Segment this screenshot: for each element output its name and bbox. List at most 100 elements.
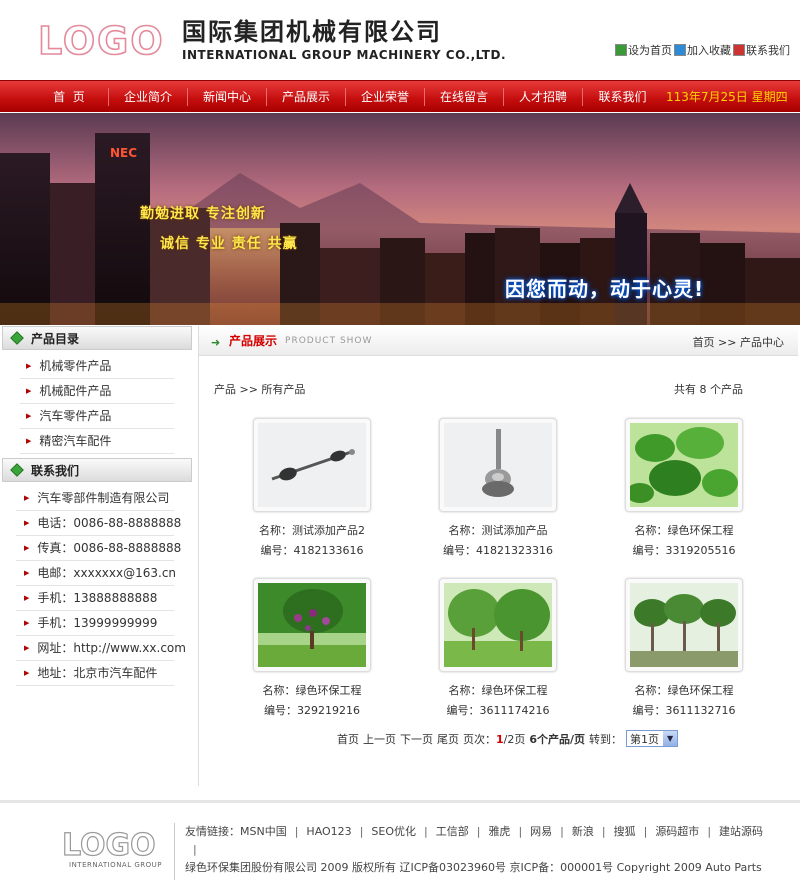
section-subtitle: PRODUCT SHOW [285,335,373,346]
pager-prev[interactable]: 上一页 [363,731,396,747]
sidebar-product-item-label: 机械零件产品 [39,358,112,373]
main-nav: 首 页企业简介 新闻中心 产品展示 企业荣誉 在线留言 人才招聘 联系我们 113年7月25日… [0,80,800,112]
pager-last[interactable]: 尾页 [437,731,459,747]
product-catalog-title: 产品目录 [31,331,80,346]
arrow-icon: ▶ [24,543,30,552]
friend-links: 友情链接： MSN中国 | HAO123 | SEO优化 | 工信部 | 雅虎 | 网易 | 新浪 | 搜狐 |… [185,823,774,859]
contact-item: ▶ 电话：0086-88-8888888 [16,511,181,536]
nav-item-7[interactable]: 联系我们 [583,88,662,106]
product-code: 编号：3611132716 [632,704,736,717]
trees-image [444,583,552,667]
sidebar-product-item[interactable]: ▶ 机械零件产品 [20,354,174,379]
product-name[interactable]: 名称：测试添加产品 [449,522,548,538]
toplink-2[interactable]: 联系我们 [733,42,790,58]
nav-item-5[interactable]: 在线留言 [425,87,504,106]
pager-current: 1 [496,732,504,746]
product-code: 编号：3611174216 [446,704,550,717]
contact-item-label: 网址：http://www.xx.com [37,640,186,655]
friend-links-label: 友情链接： [185,825,240,838]
product-image-frame[interactable] [253,578,371,672]
breadcrumb[interactable]: 首页 >> 产品中心 [693,334,784,350]
product-card: 名称：绿色环保工程 编号：3611174216 [405,578,591,718]
friend-link[interactable]: MSN中国 [240,823,287,841]
chevron-down-icon: ▼ [663,731,678,746]
sidebar-product-item-label: 精密汽车配件 [39,433,112,448]
product-name[interactable]: 名称：绿色环保工程 [635,682,734,698]
product-grid: 名称：测试添加产品2 编号：4182133616 名称：测试添加产品 编号：41821… [219,418,779,718]
banner-slogan-2: 诚信 专业 责任 共赢 [160,236,298,252]
nav-date: 113年7月25日 星期四 [666,90,788,104]
sidebar-product-item[interactable]: ▶ 汽车零件产品 [20,404,174,429]
pager: 首页 上一页 下一页 尾页 页次：1/2页 6个产品/页 转到： 第1页 ▼ [337,730,679,747]
product-name[interactable]: 名称：绿色环保工程 [449,682,548,698]
product-image-frame[interactable] [253,418,371,512]
sidebar-product-item[interactable]: ▶ 精密汽车配件 [20,429,174,454]
logo[interactable]: LOGO [36,20,166,60]
product-code: 编号：4182133616 [260,544,364,557]
arrow-icon: ▶ [24,593,30,602]
company-name-en: INTERNATIONAL GROUP MACHINERY CO.,LTD. [182,48,507,62]
footer: LOGO INTERNATIONAL GROUP 友情链接： MSN中国 | HAO1… [0,800,800,880]
friend-link[interactable]: 网易 [530,823,552,841]
separator: | [193,843,197,856]
nav-item-2[interactable]: 新闻中心 [188,87,267,106]
arrow-icon: ▶ [26,386,32,395]
contact-header: 联系我们 [2,458,192,482]
product-name[interactable]: 名称：绿色环保工程 [635,522,734,538]
footer-logo-sub: INTERNATIONAL GROUP [69,861,162,869]
friend-link[interactable]: 建站源码 [719,823,763,841]
friend-link[interactable]: 源码超市 [655,823,699,841]
product-code: 编号：329219216 [264,704,360,717]
contact-item-label: 汽车零部件制造有限公司 [37,490,170,505]
product-card: 名称：绿色环保工程 编号：329219216 [219,578,405,718]
page-select[interactable]: 第1页 ▼ [626,730,679,747]
nav-item-6[interactable]: 人才招聘 [504,87,583,106]
friend-link[interactable]: 工信部 [436,823,469,841]
arrow-icon: ▶ [26,361,32,370]
product-image-frame[interactable] [625,578,743,672]
copyright: 绿色环保集团股份有限公司 2009 版权所有 辽ICP备03023960号 京I… [185,861,762,880]
nav-item-4[interactable]: 企业荣誉 [346,87,425,106]
company-name-cn: 国际集团机械有限公司 [182,18,442,46]
arrow-icon: ▶ [26,411,32,420]
logo-text: LOGO [38,20,165,60]
leaves-image [630,423,738,507]
product-card: 名称：绿色环保工程 编号：3319205516 [591,418,777,558]
nav-item-1[interactable]: 企业简介 [109,87,188,106]
product-code: 编号：3319205516 [632,544,736,557]
contact-item: ▶ 手机：13999999999 [16,611,174,636]
friend-link[interactable]: 雅虎 [488,823,510,841]
pager-next[interactable]: 下一页 [400,731,433,747]
sidebar-product-item[interactable]: ▶ 机械配件产品 [20,379,174,404]
product-image-frame[interactable] [625,418,743,512]
arrow-icon: ▶ [24,518,30,527]
contact-item: ▶ 传真：0086-88-8888888 [16,536,181,561]
separator: | [518,825,523,838]
contact-item-label: 地址：北京市汽车配件 [37,665,158,680]
toplink-1[interactable]: 加入收藏 [674,42,731,58]
friend-link[interactable]: SEO优化 [371,823,416,841]
nav-item-3[interactable]: 产品展示 [267,87,346,106]
separator: | [601,825,606,838]
contact-item: ▶ 手机：13888888888 [16,586,174,611]
list-path: 产品 >> 所有产品 [214,383,306,396]
product-name[interactable]: 名称：测试添加产品2 [259,522,365,538]
pager-first[interactable]: 首页 [337,731,359,747]
friend-link[interactable]: 搜狐 [614,823,636,841]
separator: | [476,825,481,838]
contact-item: ▶ 汽车零部件制造有限公司 [16,486,174,511]
friend-link[interactable]: 新浪 [572,823,594,841]
cube-icon [10,463,24,477]
sidebar-product-item-label: 汽车零件产品 [39,408,112,423]
product-name[interactable]: 名称：绿色环保工程 [263,682,362,698]
toplink-label: 联系我们 [746,44,790,57]
contact-item-label: 手机：13888888888 [37,590,158,605]
banner-slogan-1: 勤勉进取 专注创新 [140,206,266,222]
toplink-0[interactable]: 设为首页 [615,42,672,58]
product-image-frame[interactable] [439,578,557,672]
favorite-icon [674,44,686,56]
nav-item-0[interactable]: 首 页 [30,87,109,106]
product-image-frame[interactable] [439,418,557,512]
friend-link[interactable]: HAO123 [306,823,351,841]
separator: | [560,825,564,838]
